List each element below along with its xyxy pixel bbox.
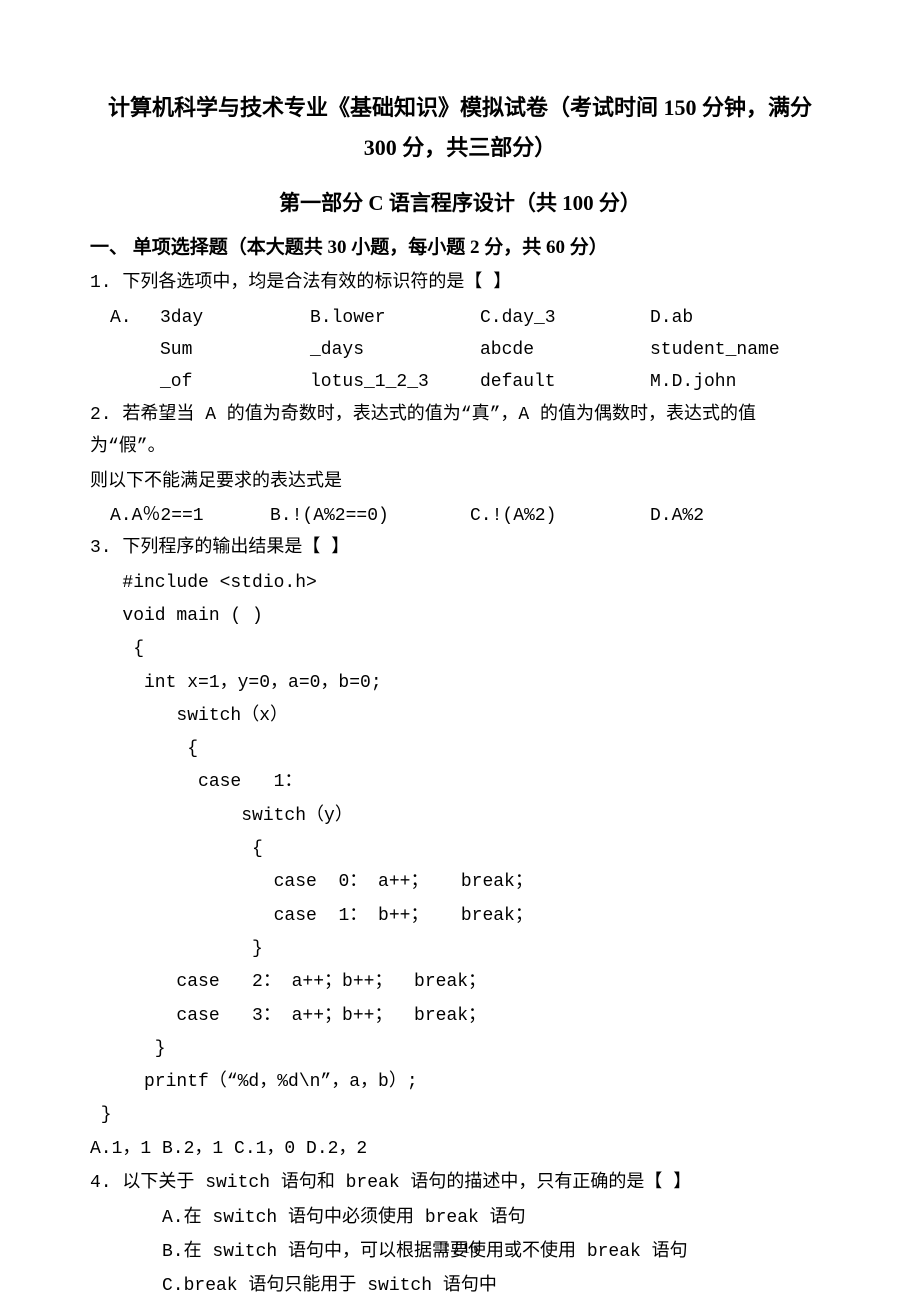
q1-row3-e: M.D.john bbox=[650, 366, 830, 398]
q1-row3: _of lotus_1_2_3 default M.D.john bbox=[90, 366, 830, 398]
q2-opt-b: B.!(A%2==0) bbox=[270, 500, 470, 532]
q3-code: #include <stdio.h> void main ( ) { int x… bbox=[90, 567, 830, 1133]
q2-options: A.A％2==1 B.!(A%2==0) C.!(A%2) D.A%2 bbox=[90, 500, 830, 532]
q2-opt-a: A.A％2==1 bbox=[90, 500, 270, 532]
q1-row1-d: C.day_3 bbox=[480, 302, 650, 334]
document-title: 计算机科学与技术专业《基础知识》模拟试卷（考试时间 150 分钟，满分 300 … bbox=[90, 88, 830, 167]
q1-row3-d: default bbox=[480, 366, 650, 398]
q4-stem: 4. 以下关于 switch 语句和 break 语句的描述中，只有正确的是【 … bbox=[90, 1167, 830, 1199]
section1-heading: 一、 单项选择题（本大题共 30 小题，每小题 2 分，共 60 分） bbox=[90, 231, 830, 265]
q3-stem: 3. 下列程序的输出结果是【 】 bbox=[90, 532, 830, 564]
q1-row2-a bbox=[90, 334, 160, 366]
q1-row2: Sum _days abcde student_name bbox=[90, 334, 830, 366]
q1-row2-c: _days bbox=[310, 334, 480, 366]
q2-line1: 2. 若希望当 A 的值为奇数时，表达式的值为“真”，A 的值为偶数时，表达式的… bbox=[90, 399, 830, 464]
q1-row3-a bbox=[90, 366, 160, 398]
q3-options: A.1，1 B.2，1 C.1，0 D.2，2 bbox=[90, 1133, 830, 1165]
q2-line2: 则以下不能满足要求的表达式是 bbox=[90, 466, 830, 498]
q1-row3-c: lotus_1_2_3 bbox=[310, 366, 480, 398]
q1-row2-d: abcde bbox=[480, 334, 650, 366]
q1-row1-e: D.ab bbox=[650, 302, 830, 334]
q1-stem: 1. 下列各选项中，均是合法有效的标识符的是【 】 bbox=[90, 267, 830, 299]
q1-row1-c: B.lower bbox=[310, 302, 480, 334]
q1-row2-b: Sum bbox=[160, 334, 310, 366]
q4-opt-a: A.在 switch 语句中必须使用 break 语句 bbox=[90, 1202, 830, 1234]
q1-row1-b: 3day bbox=[160, 302, 310, 334]
q2-opt-c: C.!(A%2) bbox=[470, 500, 650, 532]
q1-row3-b: _of bbox=[160, 366, 310, 398]
part1-title: 第一部分 C 语言程序设计（共 100 分） bbox=[90, 185, 830, 223]
q1-row1: A. 3day B.lower C.day_3 D.ab bbox=[90, 302, 830, 334]
q1-row2-e: student_name bbox=[650, 334, 830, 366]
q2-opt-d: D.A%2 bbox=[650, 500, 790, 532]
q1-row1-a: A. bbox=[90, 302, 160, 334]
page-footer: 1 / 16 bbox=[0, 1235, 920, 1264]
q4-opt-c: C.break 语句只能用于 switch 语句中 bbox=[90, 1270, 830, 1302]
